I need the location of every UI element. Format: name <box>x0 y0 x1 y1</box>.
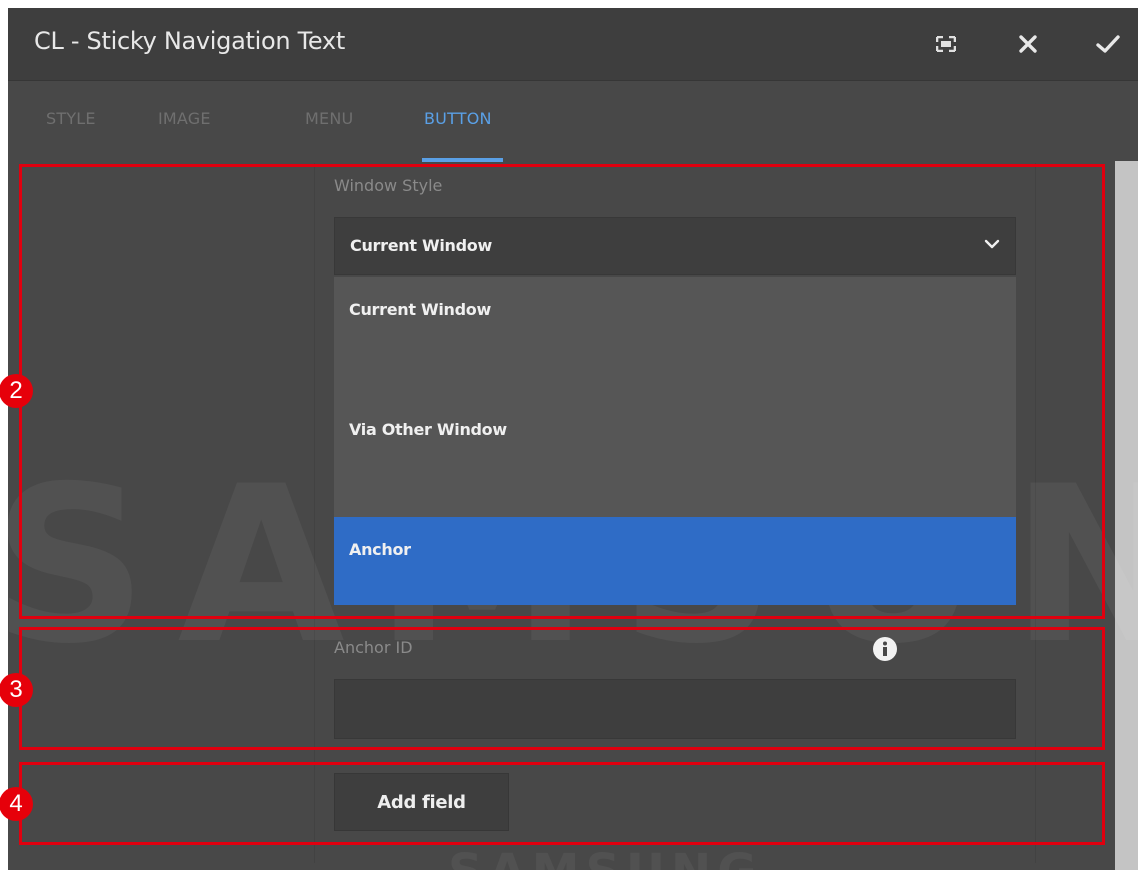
option-label: Current Window <box>349 300 491 319</box>
dialog-titlebar: CL - Sticky Navigation Text <box>8 8 1138 81</box>
fullscreen-button[interactable] <box>926 24 966 64</box>
annotation-badge-3: 3 <box>0 673 33 707</box>
fullscreen-icon <box>936 36 956 52</box>
active-tab-indicator <box>422 158 503 162</box>
dialog-title: CL - Sticky Navigation Text <box>34 27 345 55</box>
anchor-id-input[interactable] <box>334 679 1016 739</box>
tab-image[interactable]: IMAGE <box>158 109 211 128</box>
add-field-button[interactable]: Add field <box>334 773 509 831</box>
annotation-badge-4: 4 <box>0 787 33 821</box>
option-via-other-window[interactable]: Via Other Window <box>334 397 1016 485</box>
tab-bar: STYLE IMAGE MENU BUTTON <box>8 81 1138 163</box>
annotation-badge-2: 2 <box>0 374 33 408</box>
chevron-down-icon <box>984 239 1000 249</box>
window-style-dropdown: Current Window Via Other Window Anchor <box>334 277 1016 605</box>
window-style-select[interactable]: Current Window <box>334 217 1016 275</box>
tab-button[interactable]: BUTTON <box>424 109 492 128</box>
option-current-window[interactable]: Current Window <box>334 277 1016 365</box>
option-label: Anchor <box>349 540 411 559</box>
scrollbar[interactable] <box>1115 161 1138 870</box>
check-icon <box>1096 35 1120 53</box>
window-style-label: Window Style <box>334 176 443 195</box>
close-icon <box>1019 35 1037 53</box>
tab-menu[interactable]: MENU <box>305 109 353 128</box>
window-style-selected-value: Current Window <box>350 236 492 255</box>
dialog: CL - Sticky Navigation Text STYLE IMAGE … <box>8 8 1138 870</box>
option-anchor[interactable]: Anchor <box>334 517 1016 605</box>
anchor-id-label: Anchor ID <box>334 638 413 657</box>
info-icon[interactable] <box>872 636 898 662</box>
option-label: Via Other Window <box>349 420 507 439</box>
tab-style[interactable]: STYLE <box>46 109 96 128</box>
confirm-button[interactable] <box>1088 24 1128 64</box>
close-button[interactable] <box>1008 24 1048 64</box>
